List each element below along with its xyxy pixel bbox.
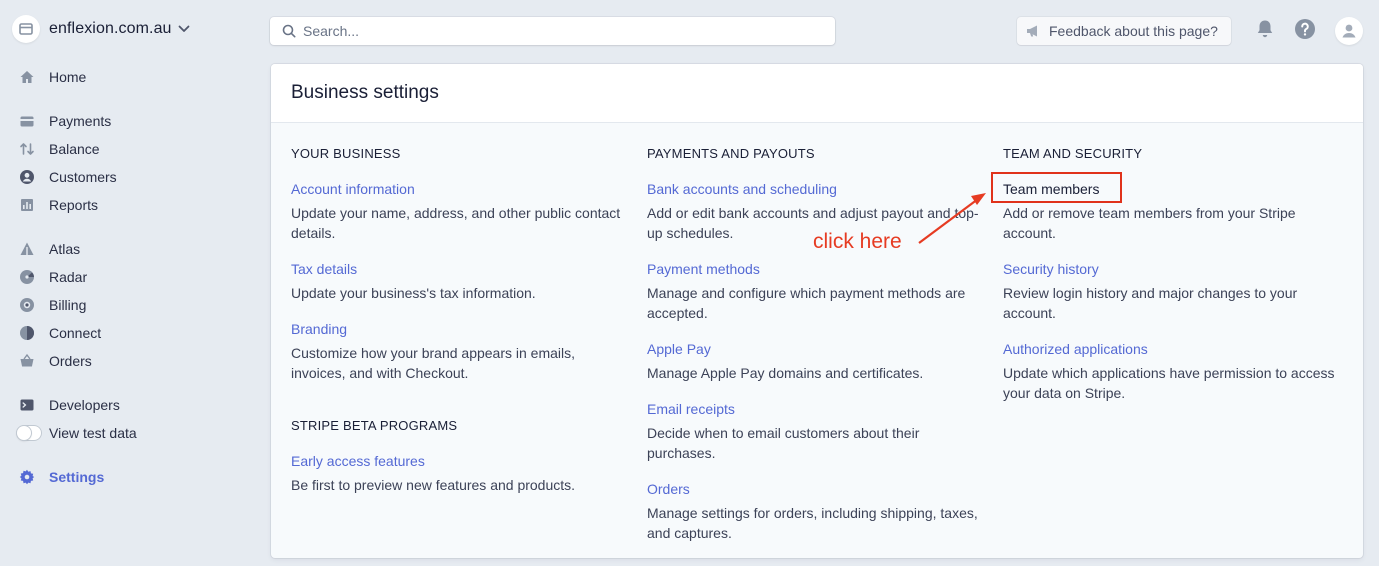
sidebar-item-home[interactable]: Home: [18, 66, 86, 88]
feedback-button[interactable]: Feedback about this page?: [1017, 17, 1231, 45]
atlas-icon: [18, 240, 36, 258]
security-history-link[interactable]: Security history: [1003, 259, 1099, 279]
section-heading: PAYMENTS AND PAYOUTS: [647, 146, 815, 161]
megaphone-icon: [1025, 24, 1043, 38]
early-access-features-link[interactable]: Early access features: [291, 451, 425, 471]
apple-pay-link[interactable]: Apple Pay: [647, 339, 711, 359]
sidebar-item-radar[interactable]: Radar: [18, 266, 87, 288]
settings-item-branding: Branding Customize how your brand appear…: [291, 319, 631, 383]
business-settings-panel: Business settings YOUR BUSINESS Account …: [271, 64, 1363, 558]
sidebar: enflexion.com.au Home Payments Balance C…: [0, 0, 250, 566]
sidebar-item-label: Reports: [49, 197, 99, 213]
settings-item-authorized-applications: Authorized applications Update which app…: [1003, 339, 1343, 403]
sidebar-item-label: Home: [49, 69, 87, 85]
item-description: Manage Apple Pay domains and certificate…: [647, 365, 924, 381]
branding-link[interactable]: Branding: [291, 319, 347, 339]
sidebar-item-connect[interactable]: Connect: [18, 322, 101, 344]
item-description: Be first to preview new features and pro…: [291, 477, 576, 493]
item-description: Customize how your brand appears in emai…: [291, 345, 576, 381]
toggle-switch[interactable]: [16, 425, 42, 441]
sidebar-item-label: Atlas: [49, 241, 81, 257]
user-avatar-icon[interactable]: [1335, 17, 1363, 45]
terminal-icon: [18, 396, 36, 414]
chevron-down-icon: [178, 25, 190, 33]
settings-item-apple-pay: Apple Pay Manage Apple Pay domains and c…: [647, 339, 987, 383]
sidebar-item-label: View test data: [49, 425, 137, 441]
account-name: enflexion.com.au: [49, 20, 172, 37]
sidebar-item-atlas[interactable]: Atlas: [18, 238, 80, 260]
settings-item-email-receipts: Email receipts Decide when to email cust…: [647, 399, 987, 463]
sidebar-item-payments[interactable]: Payments: [18, 110, 111, 132]
store-icon: [12, 15, 40, 43]
item-description: Update your business's tax information.: [291, 285, 536, 301]
section-heading: YOUR BUSINESS: [291, 146, 401, 161]
item-description: Update which applications have permissio…: [1003, 365, 1335, 401]
email-receipts-link[interactable]: Email receipts: [647, 399, 735, 419]
settings-item-tax-details: Tax details Update your business's tax i…: [291, 259, 631, 303]
sidebar-item-label: Customers: [49, 169, 117, 185]
account-information-link[interactable]: Account information: [291, 179, 415, 199]
connect-icon: [18, 324, 36, 342]
item-description: Review login history and major changes t…: [1003, 285, 1298, 321]
search-input[interactable]: [303, 23, 803, 39]
sidebar-item-billing[interactable]: Billing: [18, 294, 86, 316]
dashboard-app: enflexion.com.au Home Payments Balance C…: [0, 0, 1379, 566]
sidebar-item-balance[interactable]: Balance: [18, 138, 100, 160]
sidebar-item-label: Balance: [49, 141, 100, 157]
payments-icon: [18, 112, 36, 130]
balance-icon: [18, 140, 36, 158]
panel-header: Business settings: [271, 64, 1363, 123]
page-title: Business settings: [291, 82, 439, 103]
settings-item-orders: Orders Manage settings for orders, inclu…: [647, 479, 987, 543]
view-test-data-toggle[interactable]: View test data: [16, 422, 137, 444]
home-icon: [18, 68, 36, 86]
radar-icon: [18, 268, 36, 286]
annotation-highlight-box: [991, 172, 1122, 203]
annotation-label: click here: [813, 230, 902, 253]
account-switcher[interactable]: enflexion.com.au: [12, 14, 190, 44]
section-heading: TEAM AND SECURITY: [1003, 146, 1143, 161]
settings-item-payment-methods: Payment methods Manage and configure whi…: [647, 259, 987, 323]
search-bar[interactable]: [270, 17, 835, 45]
sidebar-item-settings[interactable]: Settings: [18, 466, 104, 488]
settings-item-security-history: Security history Review login history an…: [1003, 259, 1343, 323]
sidebar-item-label: Developers: [49, 397, 120, 413]
reports-icon: [18, 196, 36, 214]
item-description: Manage and configure which payment metho…: [647, 285, 966, 321]
item-description: Update your name, address, and other pub…: [291, 205, 621, 241]
sidebar-item-label: Payments: [49, 113, 112, 129]
item-description: Add or remove team members from your Str…: [1003, 205, 1296, 241]
customers-icon: [18, 168, 36, 186]
sidebar-item-customers[interactable]: Customers: [18, 166, 117, 188]
sidebar-item-label: Settings: [49, 469, 105, 485]
toggle-knob: [17, 426, 31, 440]
orders-icon: [18, 352, 36, 370]
sidebar-item-label: Billing: [49, 297, 87, 313]
help-icon[interactable]: [1293, 17, 1317, 41]
sidebar-item-label: Radar: [49, 269, 88, 285]
sidebar-item-label: Orders: [49, 353, 92, 369]
item-description: Decide when to email customers about the…: [647, 425, 920, 461]
feedback-label: Feedback about this page?: [1049, 23, 1218, 39]
sidebar-item-reports[interactable]: Reports: [18, 194, 98, 216]
payment-methods-link[interactable]: Payment methods: [647, 259, 760, 279]
gear-icon: [18, 468, 36, 486]
item-description: Manage settings for orders, including sh…: [647, 505, 978, 541]
billing-icon: [18, 296, 36, 314]
sidebar-item-orders[interactable]: Orders: [18, 350, 92, 372]
sidebar-item-label: Connect: [49, 325, 102, 341]
settings-item-early-access: Early access features Be first to previe…: [291, 451, 631, 495]
section-heading: STRIPE BETA PROGRAMS: [291, 418, 458, 433]
bell-icon[interactable]: [1253, 17, 1277, 41]
authorized-applications-link[interactable]: Authorized applications: [1003, 339, 1148, 359]
orders-link[interactable]: Orders: [647, 479, 690, 499]
tax-details-link[interactable]: Tax details: [291, 259, 357, 279]
settings-item-account-information: Account information Update your name, ad…: [291, 179, 631, 243]
bank-accounts-link[interactable]: Bank accounts and scheduling: [647, 179, 837, 199]
search-icon: [282, 24, 296, 38]
sidebar-item-developers[interactable]: Developers: [18, 394, 120, 416]
